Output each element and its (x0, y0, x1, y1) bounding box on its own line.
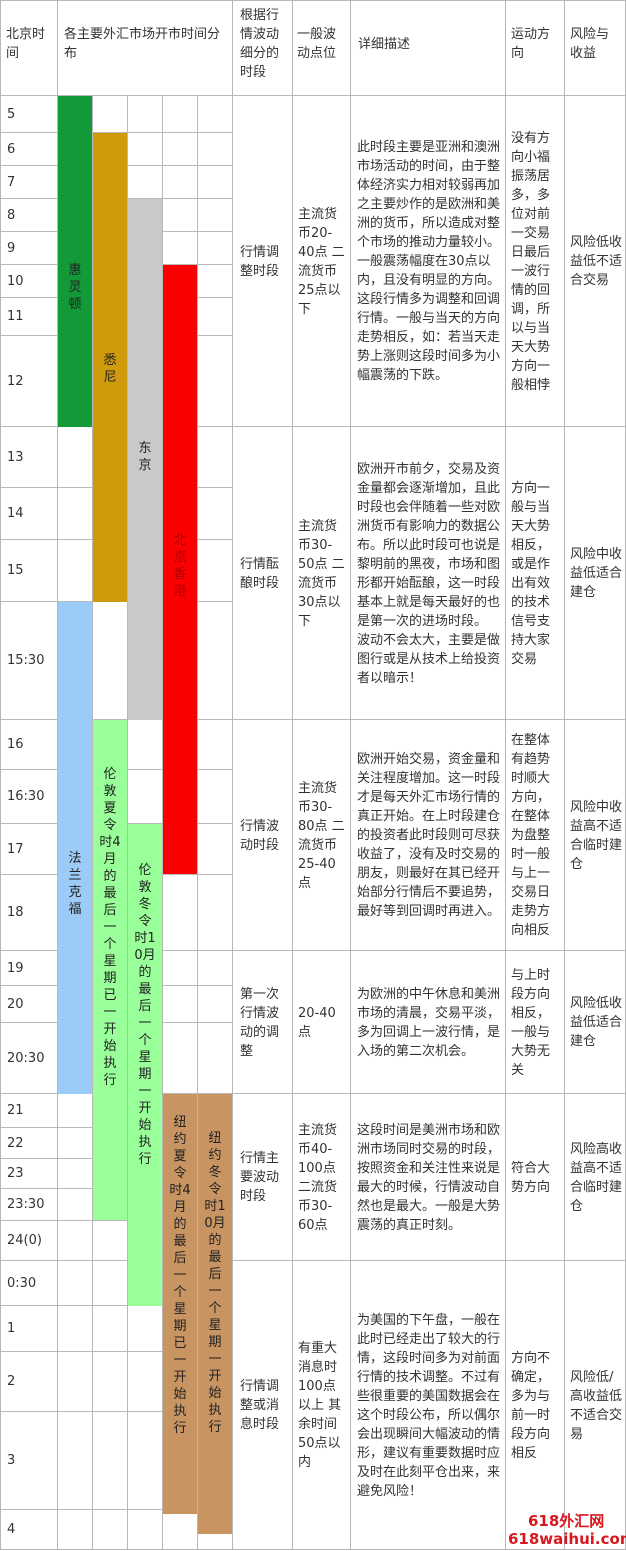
time-label: 15:30 (7, 653, 45, 668)
time-label: 19 (7, 960, 24, 976)
row-detail: 欧洲开市前夕，交易及资金量都会逐渐增加，且此时段也会伴随着一些对欧洲货币有影响力… (357, 461, 501, 686)
column-divider (350, 0, 351, 1550)
row-segment: 行情主要波动时段 (240, 1151, 280, 1204)
time-label: 13 (7, 449, 24, 465)
hongkong-label: 北京香港 (173, 533, 187, 599)
row-direction: 方向一般与当天大势相反，或是作出有效的技术信号支持大家交易 (511, 480, 551, 667)
header-markets: 各主要外汇市场开市时间分布 (64, 27, 221, 61)
header-segment: 根据行情波动细分的时段 (240, 8, 280, 80)
row-risk: 风险中收益高不适合临时建仓 (570, 799, 623, 872)
london-summer-label: 伦敦 夏令时4月的最后一个星期已一开始执行 (99, 767, 121, 1088)
time-label: 24(0) (7, 1233, 42, 1248)
row-segment: 行情调整时段 (240, 244, 280, 279)
header-time: 北京时间 (6, 27, 46, 61)
header-detail: 详细描述 (358, 37, 411, 52)
row-points: 20-40点 (298, 1005, 336, 1040)
table-border-bottom (0, 1549, 626, 1550)
row-segment: 行情波动时段 (240, 818, 280, 853)
time-label: 10 (7, 273, 24, 289)
time-label: 15 (7, 563, 24, 578)
time-label: 14 (7, 506, 24, 521)
row-segment: 第一次行情波动的调整 (240, 986, 280, 1059)
row-detail: 欧洲开始交易，资金量和关注程度增加。这一时段才是每天外汇市场行情的真正开始。在上… (357, 752, 501, 919)
row-points: 主流货币40-100点 二流货币30-60点 (298, 1122, 338, 1233)
header-points: 一般波动点位 (297, 27, 337, 61)
london-winter-label: 伦敦 冬令时10月的最后一个星期一开始执行 (134, 863, 156, 1167)
time-label: 7 (7, 174, 16, 190)
row-risk: 风险中收益低适合建仓 (570, 547, 623, 600)
column-divider (564, 0, 565, 1550)
time-label: 20 (7, 996, 24, 1012)
column-divider (505, 0, 506, 1550)
row-points: 有重大消息时100点以上 其余时间 50点以内 (298, 1341, 342, 1470)
time-label: 3 (7, 1453, 16, 1468)
time-label: 12 (7, 373, 24, 389)
time-label: 6 (7, 141, 16, 157)
frankfurt-bar (58, 602, 92, 1094)
time-label: 5 (7, 106, 16, 122)
time-label: 8 (7, 207, 16, 223)
row-direction: 与上时段方向相反，一般与大势无关 (511, 967, 551, 1078)
header-divider (0, 95, 626, 96)
watermark-url: 618waihui.com (508, 1530, 626, 1548)
time-label: 11 (7, 309, 24, 324)
row-risk: 风险低收益低适合建仓 (570, 996, 623, 1049)
row-segment: 行情调整或消息时段 (240, 1379, 280, 1432)
time-label: 17 (7, 841, 24, 857)
row-direction: 方向不确定，多为与前一时段方向相反 (511, 1350, 551, 1461)
time-label: 22 (7, 1135, 24, 1151)
row-points: 主流货币20-40点 二流货币25点以下 (298, 206, 345, 317)
row-risk: 风险高收益高不适合临时建仓 (570, 1141, 623, 1214)
row-segment: 行情酝酿时段 (240, 556, 280, 591)
watermark-title: 618外汇网 (528, 1512, 605, 1530)
column-divider (0, 0, 1, 1550)
time-label: 16:30 (7, 789, 45, 804)
row-risk: 风险低收益低不适合交易 (570, 235, 623, 288)
time-label: 23:30 (7, 1197, 45, 1212)
row-risk: 风险低/高收益低不适合交易 (570, 1369, 623, 1442)
time-label: 4 (7, 1522, 16, 1537)
table-border-top (0, 0, 626, 1)
time-label: 23 (7, 1166, 24, 1181)
time-label: 1 (7, 1321, 16, 1336)
time-label: 2 (7, 1374, 16, 1389)
column-divider (232, 0, 233, 1550)
time-label: 0:30 (7, 1275, 37, 1291)
wellington-label: 惠灵顿 (68, 263, 82, 312)
ny-winter-label: 纽约 冬令时10月的最后一个星期一开始执行 (204, 1131, 226, 1435)
row-direction: 符合大势方向 (511, 1160, 551, 1195)
time-label: 9 (7, 240, 16, 256)
time-label: 21 (7, 1103, 24, 1118)
row-points: 主流货币30-50点 二流货币30点以下 (298, 518, 345, 629)
header-direction: 运动方向 (511, 27, 551, 61)
time-label: 20:30 (7, 1050, 45, 1066)
time-label: 18 (7, 905, 24, 920)
tokyo-label: 东京 (138, 441, 152, 473)
row-detail: 为美国的下午盘，一般在此时已经走出了较大的行情，这段时间多为对前面行情的技术调整… (357, 1312, 501, 1499)
header-risk: 风险与收益 (570, 27, 610, 61)
row-points: 主流货币30-80点 二流货币25-40点 (298, 780, 345, 891)
column-divider (292, 0, 293, 1550)
row-direction: 没有方向小福振荡居多，多位对前一交易日最后一波行情的回调，所以与当天大势方向一般… (511, 130, 551, 393)
frankfurt-label: 法兰克福 (68, 851, 82, 917)
time-label: 16 (7, 737, 24, 752)
row-detail: 这段时间是美洲市场和欧洲市场同时交易的时段，按照资金和关注性来说是最大的时候，行… (357, 1122, 501, 1233)
row-direction: 在整体有趋势时顺大方向，在整体为盘整时一般与上一交易日走势方向相反 (511, 733, 551, 938)
row-detail: 此时段主要是亚洲和澳洲市场活动的时间，由于整体经济实力相对较弱再加之主要炒作的是… (357, 140, 501, 383)
ny-summer-label: 纽约 夏令时4月的最后一个星期已一开始执行 (169, 1115, 191, 1436)
row-detail: 为欧洲的中午休息和美洲市场的清晨，交易平淡，多为回调上一波行情，是入场的第二次机… (357, 986, 501, 1059)
sydney-label: 悉尼 (103, 353, 117, 385)
